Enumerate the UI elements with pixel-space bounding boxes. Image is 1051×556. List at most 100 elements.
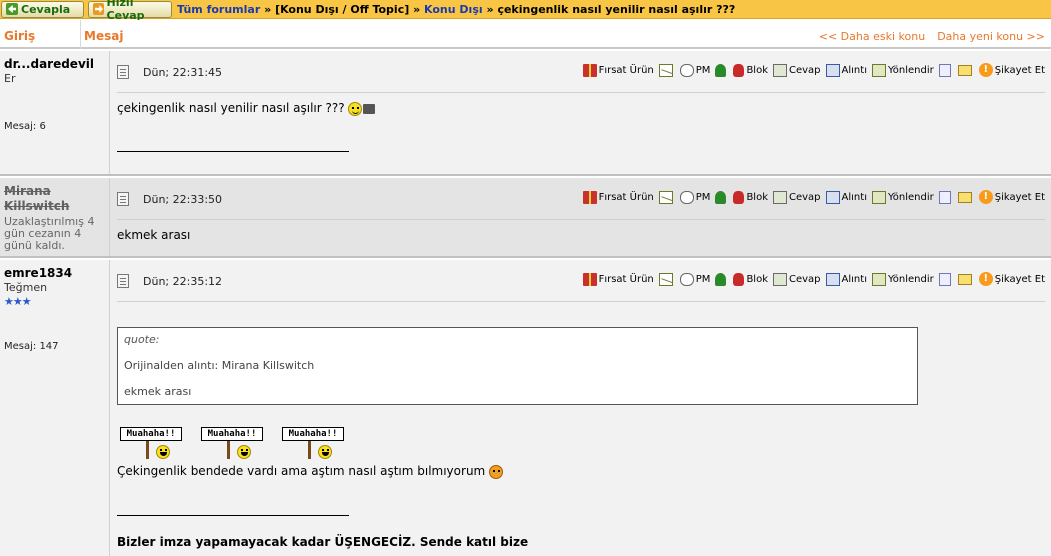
post-date: Dün; 22:35:12: [143, 275, 223, 288]
add-friend-action[interactable]: [715, 190, 728, 204]
gift-action[interactable]: Fırsat Ürün: [582, 272, 654, 286]
sign-pole: [146, 441, 149, 459]
folder-action[interactable]: [957, 273, 974, 285]
quote-icon: [825, 190, 840, 204]
quote-label: Alıntı: [841, 273, 867, 285]
gift-icon: [582, 190, 597, 204]
pm-action[interactable]: PM: [679, 63, 710, 77]
block-hand-icon: [733, 272, 745, 286]
reply-action[interactable]: Cevap: [773, 272, 821, 286]
email-action[interactable]: [658, 63, 675, 77]
quote-header: quote:: [124, 333, 160, 346]
quick-reply-button[interactable]: Hızlı Cevap: [88, 0, 172, 22]
column-user-header[interactable]: Giriş: [4, 29, 35, 43]
report-action[interactable]: ! Şikayet Et: [978, 190, 1045, 204]
post-actions: Fırsat Ürün PM Blok Cevap Alıntı Yönlend…: [578, 272, 1045, 286]
forward-action[interactable]: Yönlendir: [871, 272, 934, 286]
topic-navigation: << Daha eski konu Daha yeni konu >>: [819, 30, 1045, 43]
quote-action[interactable]: Alıntı: [825, 63, 867, 77]
author-name[interactable]: Mirana Killswitch: [4, 184, 105, 214]
forward-action[interactable]: Yönlendir: [871, 190, 934, 204]
reply-button[interactable]: Cevapla: [1, 0, 84, 18]
newer-topic-link[interactable]: Daha yeni konu >>: [937, 30, 1045, 43]
post-text: çekingenlik nasıl yenilir nasıl aşılır ?…: [117, 101, 345, 115]
block-action[interactable]: Blok: [733, 63, 768, 77]
post-header: Dün; 22:31:45 Fırsat Ürün PM Blok Cevap …: [117, 51, 1045, 93]
forward-action[interactable]: Yönlendir: [871, 63, 934, 77]
pages-icon: [938, 63, 951, 77]
author-name[interactable]: dr...daredevil: [4, 57, 105, 71]
gift-icon: [582, 63, 597, 77]
laughing-face-icon: [318, 445, 332, 459]
add-friend-action[interactable]: [715, 272, 728, 286]
add-user-icon: [715, 190, 727, 204]
post-author-panel: dr...daredevil Er Mesaj: 6: [0, 51, 110, 174]
gift-label: Fırsat Ürün: [598, 64, 654, 76]
older-topic-link[interactable]: << Daha eski konu: [819, 30, 925, 43]
breadcrumb-subforum[interactable]: Konu Dışı: [424, 3, 483, 16]
post-actions: Fırsat Ürün PM Blok Cevap Alıntı Yönlend…: [578, 63, 1045, 77]
reply-label: Cevap: [789, 191, 821, 203]
warning-icon: !: [978, 63, 993, 77]
reply-button-label: Cevapla: [21, 2, 71, 16]
pm-label: PM: [695, 273, 711, 285]
quote-action[interactable]: Alıntı: [825, 272, 867, 286]
email-action[interactable]: [658, 272, 675, 286]
add-friend-action[interactable]: [715, 63, 728, 77]
post-header: Dün; 22:35:12 Fırsat Ürün PM Blok Cevap …: [117, 260, 1045, 302]
reply-action[interactable]: Cevap: [773, 190, 821, 204]
quote-label: Alıntı: [841, 191, 867, 203]
breadcrumb-all-forums[interactable]: Tüm forumlar: [177, 3, 260, 16]
author-name[interactable]: emre1834: [4, 266, 105, 280]
folder-icon: [957, 64, 972, 76]
pm-label: PM: [695, 191, 711, 203]
quick-reply-icon: [93, 3, 104, 15]
post-document-icon: [117, 65, 129, 79]
block-label: Blok: [746, 191, 768, 203]
forward-label: Yönlendir: [887, 64, 934, 76]
pages-action[interactable]: [938, 190, 953, 204]
post: dr...daredevil Er Mesaj: 6 Dün; 22:31:45…: [0, 51, 1051, 176]
report-action[interactable]: ! Şikayet Et: [978, 63, 1045, 77]
post-content: Dün; 22:33:50 Fırsat Ürün PM Blok Cevap …: [111, 178, 1051, 256]
reply-icon: [773, 63, 787, 77]
block-action[interactable]: Blok: [733, 272, 768, 286]
block-label: Blok: [746, 64, 768, 76]
rank-stars-icon: ★★★: [4, 295, 32, 308]
envelope-icon: [658, 190, 673, 204]
reply-action[interactable]: Cevap: [773, 63, 821, 77]
block-hand-icon: [733, 190, 745, 204]
author-rank: Er: [4, 72, 16, 85]
post-content: Dün; 22:35:12 Fırsat Ürün PM Blok Cevap …: [111, 260, 1051, 556]
report-action[interactable]: ! Şikayet Et: [978, 272, 1045, 286]
sign-pole: [308, 441, 311, 459]
quote-action[interactable]: Alıntı: [825, 190, 867, 204]
quote-label: Alıntı: [841, 64, 867, 76]
breadcrumb-section: [Konu Dışı / Off Topic]: [275, 2, 410, 16]
author-message-count: Mesaj: 6: [4, 121, 46, 132]
gift-action[interactable]: Fırsat Ürün: [582, 190, 654, 204]
pages-action[interactable]: [938, 272, 953, 286]
forward-label: Yönlendir: [887, 191, 934, 203]
block-action[interactable]: Blok: [733, 190, 768, 204]
folder-icon: [957, 273, 972, 285]
post-author-panel: Mirana Killswitch Uzaklaştırılmış 4 gün …: [0, 178, 110, 256]
forward-mail-icon: [871, 190, 886, 204]
pages-action[interactable]: [938, 63, 953, 77]
warning-icon: !: [978, 272, 993, 286]
block-label: Blok: [746, 273, 768, 285]
breadcrumb-topic-title: çekingenlik nasıl yenilir nasıl aşılır ?…: [497, 2, 736, 16]
signature-divider: [117, 151, 349, 152]
email-action[interactable]: [658, 190, 675, 204]
folder-action[interactable]: [957, 64, 974, 76]
post-header: Dün; 22:33:50 Fırsat Ürün PM Blok Cevap …: [117, 178, 1045, 220]
post-body: ekmek arası: [117, 228, 1045, 242]
pm-action[interactable]: PM: [679, 190, 711, 204]
speech-bubble-icon: [679, 190, 694, 204]
pm-action[interactable]: PM: [679, 272, 711, 286]
reply-icon: [773, 272, 787, 286]
gift-action[interactable]: Fırsat Ürün: [582, 63, 654, 77]
reply-label: Cevap: [789, 64, 821, 76]
laughing-face-icon: [156, 445, 170, 459]
folder-action[interactable]: [957, 191, 974, 203]
